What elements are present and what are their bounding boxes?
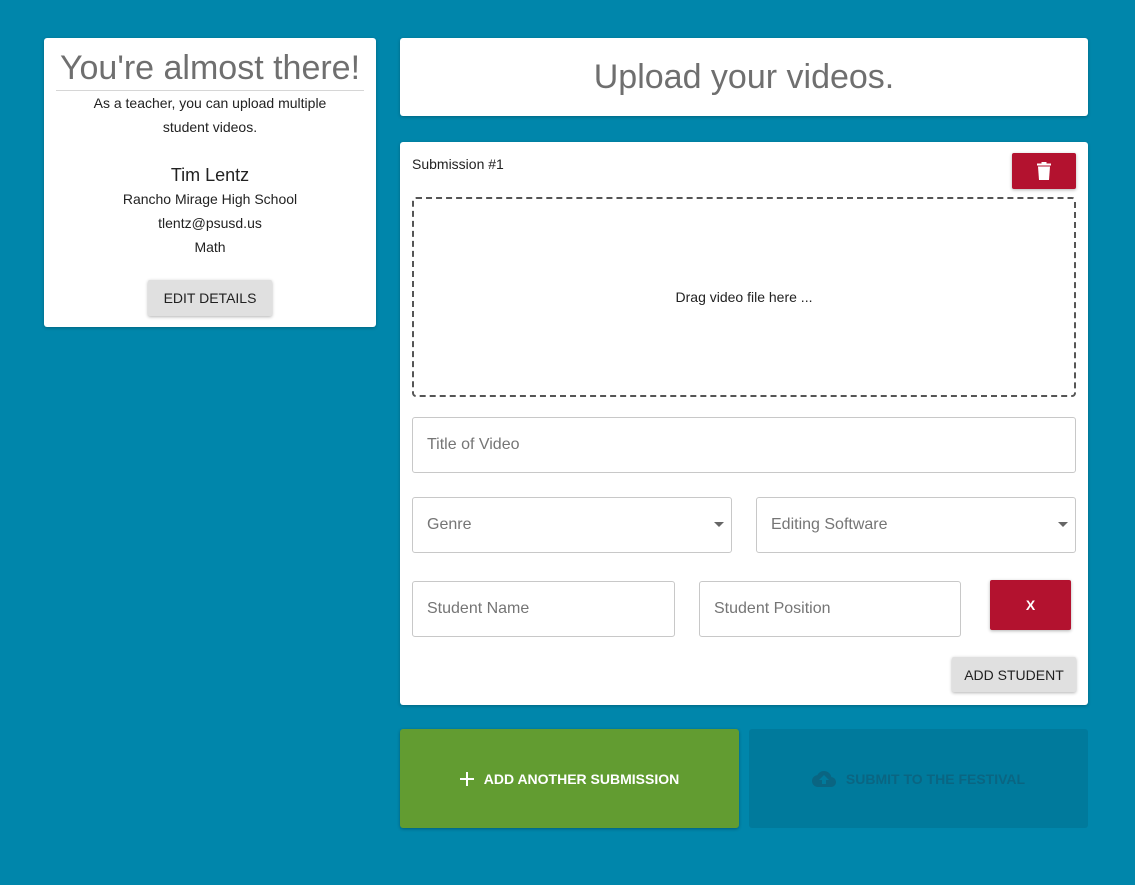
student-name-field bbox=[412, 581, 675, 637]
editing-software-select[interactable]: Editing Software bbox=[756, 497, 1076, 553]
caret-down-icon bbox=[1058, 522, 1068, 527]
genre-select[interactable]: Genre bbox=[412, 497, 732, 553]
profile-card: You're almost there! As a teacher, you c… bbox=[44, 38, 376, 327]
cloud-upload-icon bbox=[811, 770, 836, 787]
student-position-field bbox=[699, 581, 961, 637]
teacher-name: Tim Lentz bbox=[170, 165, 250, 185]
plus-icon bbox=[459, 771, 474, 786]
upload-header: Upload your videos. bbox=[400, 38, 1088, 116]
page-title: Upload your videos. bbox=[593, 58, 895, 96]
editing-software-label: Editing Software bbox=[771, 516, 888, 533]
teacher-email: tlentz@psusd.us bbox=[158, 215, 262, 231]
submit-festival-button[interactable]: SUBMIT TO THE FESTIVAL bbox=[749, 729, 1088, 828]
profile-intro: As a teacher, you can upload multiple st… bbox=[93, 95, 327, 135]
edit-details-button[interactable]: EDIT DETAILS bbox=[147, 280, 273, 316]
remove-student-button[interactable]: X bbox=[990, 580, 1071, 630]
delete-submission-button[interactable] bbox=[1012, 153, 1076, 189]
submission-label: Submission #1 bbox=[412, 156, 504, 172]
video-title-field bbox=[412, 417, 1076, 473]
video-dropzone[interactable]: Drag video file here ... bbox=[412, 197, 1076, 397]
submit-festival-label: SUBMIT TO THE FESTIVAL bbox=[845, 770, 1026, 787]
profile-heading: You're almost there! bbox=[56, 38, 364, 91]
student-position-input[interactable] bbox=[700, 582, 960, 636]
add-submission-label: ADD ANOTHER SUBMISSION bbox=[483, 770, 680, 787]
caret-down-icon bbox=[714, 522, 724, 527]
student-name-input[interactable] bbox=[413, 582, 674, 636]
teacher-subject: Math bbox=[194, 239, 226, 255]
trash-icon bbox=[1037, 162, 1051, 180]
add-student-button[interactable]: ADD STUDENT bbox=[952, 657, 1076, 692]
submission-card: Submission #1 Drag video file here ... G… bbox=[400, 142, 1088, 705]
dropzone-text: Drag video file here ... bbox=[675, 289, 813, 305]
add-submission-button[interactable]: ADD ANOTHER SUBMISSION bbox=[400, 729, 739, 828]
video-title-input[interactable] bbox=[413, 418, 1075, 472]
genre-label: Genre bbox=[427, 516, 472, 533]
teacher-school: Rancho Mirage High School bbox=[122, 191, 298, 207]
